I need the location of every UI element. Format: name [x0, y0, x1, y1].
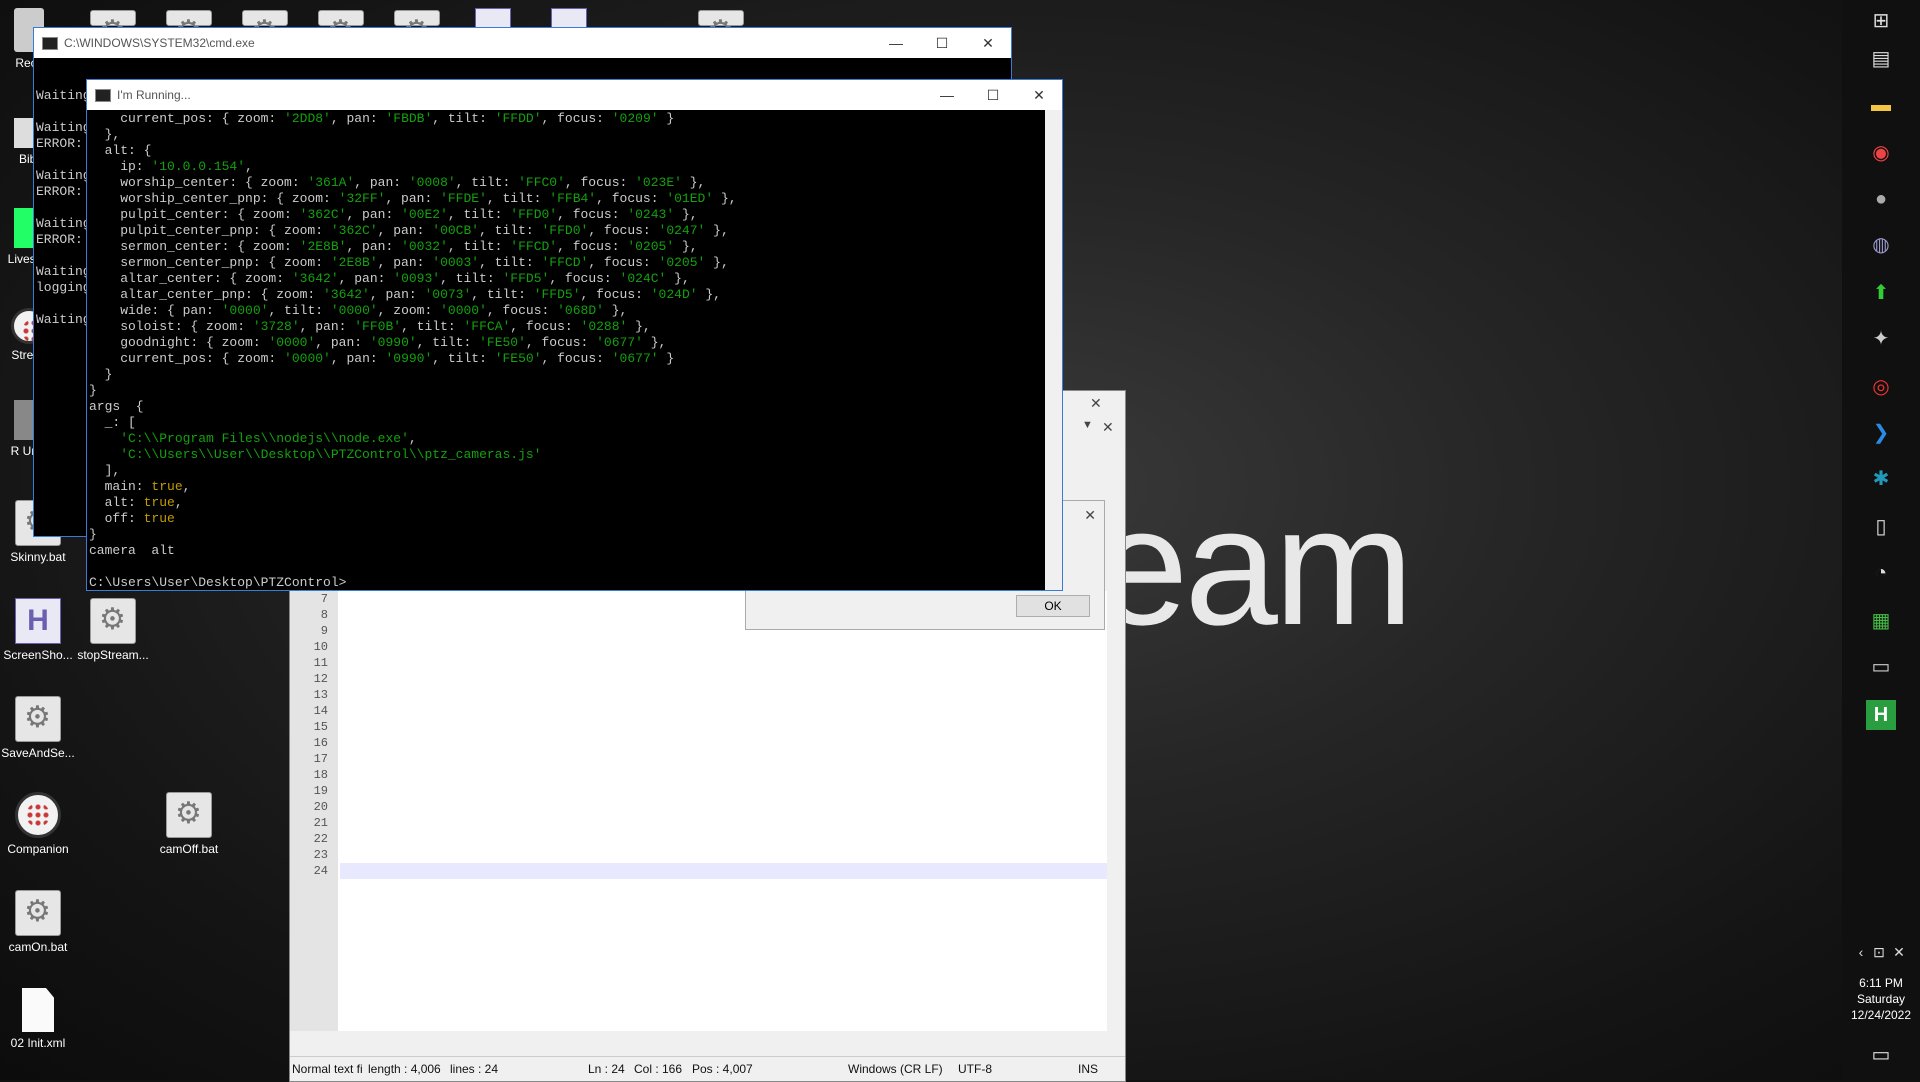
file-icon [22, 988, 54, 1032]
obs-icon[interactable]: ● [1866, 184, 1896, 214]
upload-icon[interactable]: ⬆ [1866, 278, 1896, 308]
terminal-icon[interactable]: ▭ [1866, 652, 1896, 682]
status-mode: INS [1078, 1062, 1099, 1076]
desktop-icon-camoff-bat[interactable]: camOff.bat [150, 792, 228, 856]
running-vscroll[interactable] [1045, 110, 1062, 590]
maximize-button[interactable]: ☐ [919, 28, 965, 58]
status-ln: Ln : 24 [588, 1062, 625, 1076]
h-app-icon[interactable]: H [1866, 700, 1896, 730]
file-explorer-icon[interactable]: ▬ [1866, 90, 1896, 120]
status-eol: Windows (CR LF) [848, 1062, 943, 1076]
cmd-app-icon [42, 36, 58, 50]
desktop-icon-camon-bat[interactable]: camOn.bat [0, 890, 77, 954]
spreadsheet-icon[interactable]: ▦ [1866, 606, 1896, 636]
clock-time: 6:11 PM [1859, 976, 1903, 990]
docker-icon[interactable]: ✱ [1866, 464, 1896, 494]
status-type: Normal text fi [292, 1062, 363, 1076]
notepad-dropdown-icon[interactable]: ▼ [1082, 419, 1093, 431]
volume-muted-icon[interactable]: ✕ [1884, 937, 1914, 967]
notepad-close-icon[interactable]: ✕ [1090, 395, 1102, 412]
cmd-title: C:\WINDOWS\SYSTEM32\cmd.exe [64, 36, 255, 50]
notepad-icon[interactable]: ▯ [1866, 512, 1896, 542]
h-icon: H [15, 598, 61, 644]
notepad-statusbar: Normal text fi length : 4,006 lines : 24… [290, 1056, 1125, 1081]
vscode-icon[interactable]: ❯ [1866, 418, 1896, 448]
desktop-icon-companion[interactable]: Companion [0, 792, 77, 856]
running-app-icon [95, 88, 111, 102]
chrome-icon[interactable]: ◉ [1866, 138, 1896, 168]
notepad-editor[interactable]: 7 8 9 10 11 12 13 14 15 16 17 18 19 20 21 22 23 24 [290, 591, 1107, 1031]
clock-icon[interactable]: ◔ [1866, 558, 1896, 588]
desktop-icon-init-xml[interactable]: 02 Init.xml [0, 988, 77, 1050]
command-prompt[interactable]: C:\Users\User\Desktop\PTZControl> [89, 575, 346, 590]
running-titlebar[interactable]: I'm Running... — ☐ ✕ [87, 80, 1062, 110]
ok-button[interactable]: OK [1016, 595, 1090, 617]
running-window: I'm Running... — ☐ ✕ current_pos: { zoom: … [86, 79, 1063, 591]
running-title: I'm Running... [117, 88, 191, 102]
status-length: length : 4,006 [368, 1062, 441, 1076]
windows-icon[interactable]: ⊞ [1866, 6, 1896, 36]
cast-icon[interactable]: ◎ [1866, 372, 1896, 402]
clock[interactable]: 6:11 PM Saturday 12/24/2022 [1842, 975, 1920, 1023]
notepad-vscroll[interactable] [1108, 494, 1125, 1040]
minimize-button[interactable]: — [924, 80, 970, 110]
clock-day: Saturday [1856, 992, 1906, 1006]
cmd-titlebar[interactable]: C:\WINDOWS\SYSTEM32\cmd.exe — ☐ ✕ [34, 28, 1011, 58]
desktop-icon-stopstream[interactable]: stopStream... [74, 598, 152, 662]
minimize-button[interactable]: — [873, 28, 919, 58]
taskbar: ⊞ ▤ ▬ ◉ ● ◍ ⬆ ✦ ◎ ❯ ✱ ▯ ◔ ▦ ▭ H ‹ ⊡ ✕ 6:… [1842, 0, 1920, 1080]
status-col: Col : 166 [634, 1062, 683, 1076]
desktop-icon-screenshot[interactable]: H ScreenSho... [0, 598, 77, 662]
close-button[interactable]: ✕ [965, 28, 1011, 58]
dialog-close-icon[interactable]: ✕ [1084, 507, 1096, 524]
clock-date: 12/24/2022 [1850, 1008, 1912, 1022]
status-lines: lines : 24 [450, 1062, 499, 1076]
desktop-icon-saveandse[interactable]: SaveAndSe... [0, 696, 77, 760]
ascii-art-text [340, 591, 1107, 1031]
notepad-hscroll[interactable] [290, 1040, 1107, 1057]
notification-icon[interactable]: ▭ [1866, 1040, 1896, 1070]
status-pos: Pos : 4,007 [692, 1062, 753, 1076]
line-gutter: 7 8 9 10 11 12 13 14 15 16 17 18 19 20 21 22 23 24 [290, 591, 338, 1031]
maximize-button[interactable]: ☐ [970, 80, 1016, 110]
notepad-tab-close-icon[interactable]: ✕ [1102, 419, 1114, 436]
network-icon[interactable]: ✦ [1866, 324, 1896, 354]
app-icon[interactable]: ◍ [1866, 230, 1896, 260]
task-view-icon[interactable]: ▤ [1866, 44, 1896, 74]
running-output: current_pos: { zoom: '2DD8', pan: 'FBDB'… [89, 111, 737, 590]
close-button[interactable]: ✕ [1016, 80, 1062, 110]
status-encoding: UTF-8 [958, 1062, 992, 1076]
wallpaper-text: eam [1095, 472, 1414, 660]
companion-icon [15, 792, 61, 838]
